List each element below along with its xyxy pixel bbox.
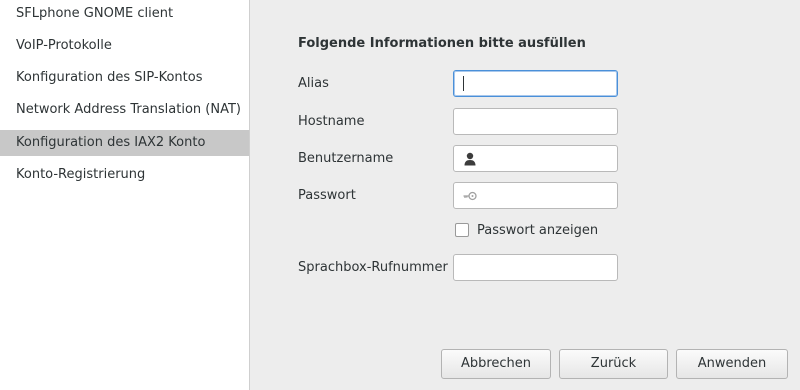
back-button[interactable]: Zurück — [559, 349, 668, 379]
sidebar-item-nat[interactable]: Network Address Translation (NAT) — [0, 97, 249, 123]
sidebar-item-sflphone-client[interactable]: SFLphone GNOME client — [0, 1, 249, 27]
alias-input[interactable] — [453, 70, 618, 97]
password-field — [453, 182, 618, 209]
cancel-button[interactable]: Abbrechen — [441, 349, 551, 379]
sidebar-item-sip-account[interactable]: Konfiguration des SIP-Kontos — [0, 65, 249, 91]
sidebar: SFLphone GNOME client VoIP-Protokolle Ko… — [0, 0, 250, 390]
sidebar-item-account-registration[interactable]: Konto-Registrierung — [0, 162, 249, 188]
sidebar-item-iax2-account[interactable]: Konfiguration des IAX2 Konto — [0, 130, 249, 156]
show-password-label: Passwort anzeigen — [477, 222, 599, 238]
text-cursor — [463, 76, 464, 91]
show-password-checkbox-row[interactable]: Passwort anzeigen — [455, 221, 598, 239]
voicemail-label: Sprachbox-Rufnummer — [298, 260, 448, 275]
hostname-label: Hostname — [298, 114, 365, 129]
apply-button[interactable]: Anwenden — [676, 349, 788, 379]
voicemail-input[interactable] — [453, 254, 618, 281]
alias-label: Alias — [298, 76, 329, 91]
user-icon — [464, 152, 476, 166]
show-password-checkbox[interactable] — [455, 223, 469, 237]
hostname-input[interactable] — [453, 108, 618, 135]
username-field — [453, 145, 618, 172]
key-icon — [463, 191, 477, 201]
username-label: Benutzername — [298, 151, 394, 166]
form-heading: Folgende Informationen bitte ausfüllen — [298, 36, 586, 51]
password-label: Passwort — [298, 188, 356, 203]
sidebar-item-voip-protocols[interactable]: VoIP-Protokolle — [0, 33, 249, 59]
form-panel: Folgende Informationen bitte ausfüllen A… — [250, 0, 800, 390]
